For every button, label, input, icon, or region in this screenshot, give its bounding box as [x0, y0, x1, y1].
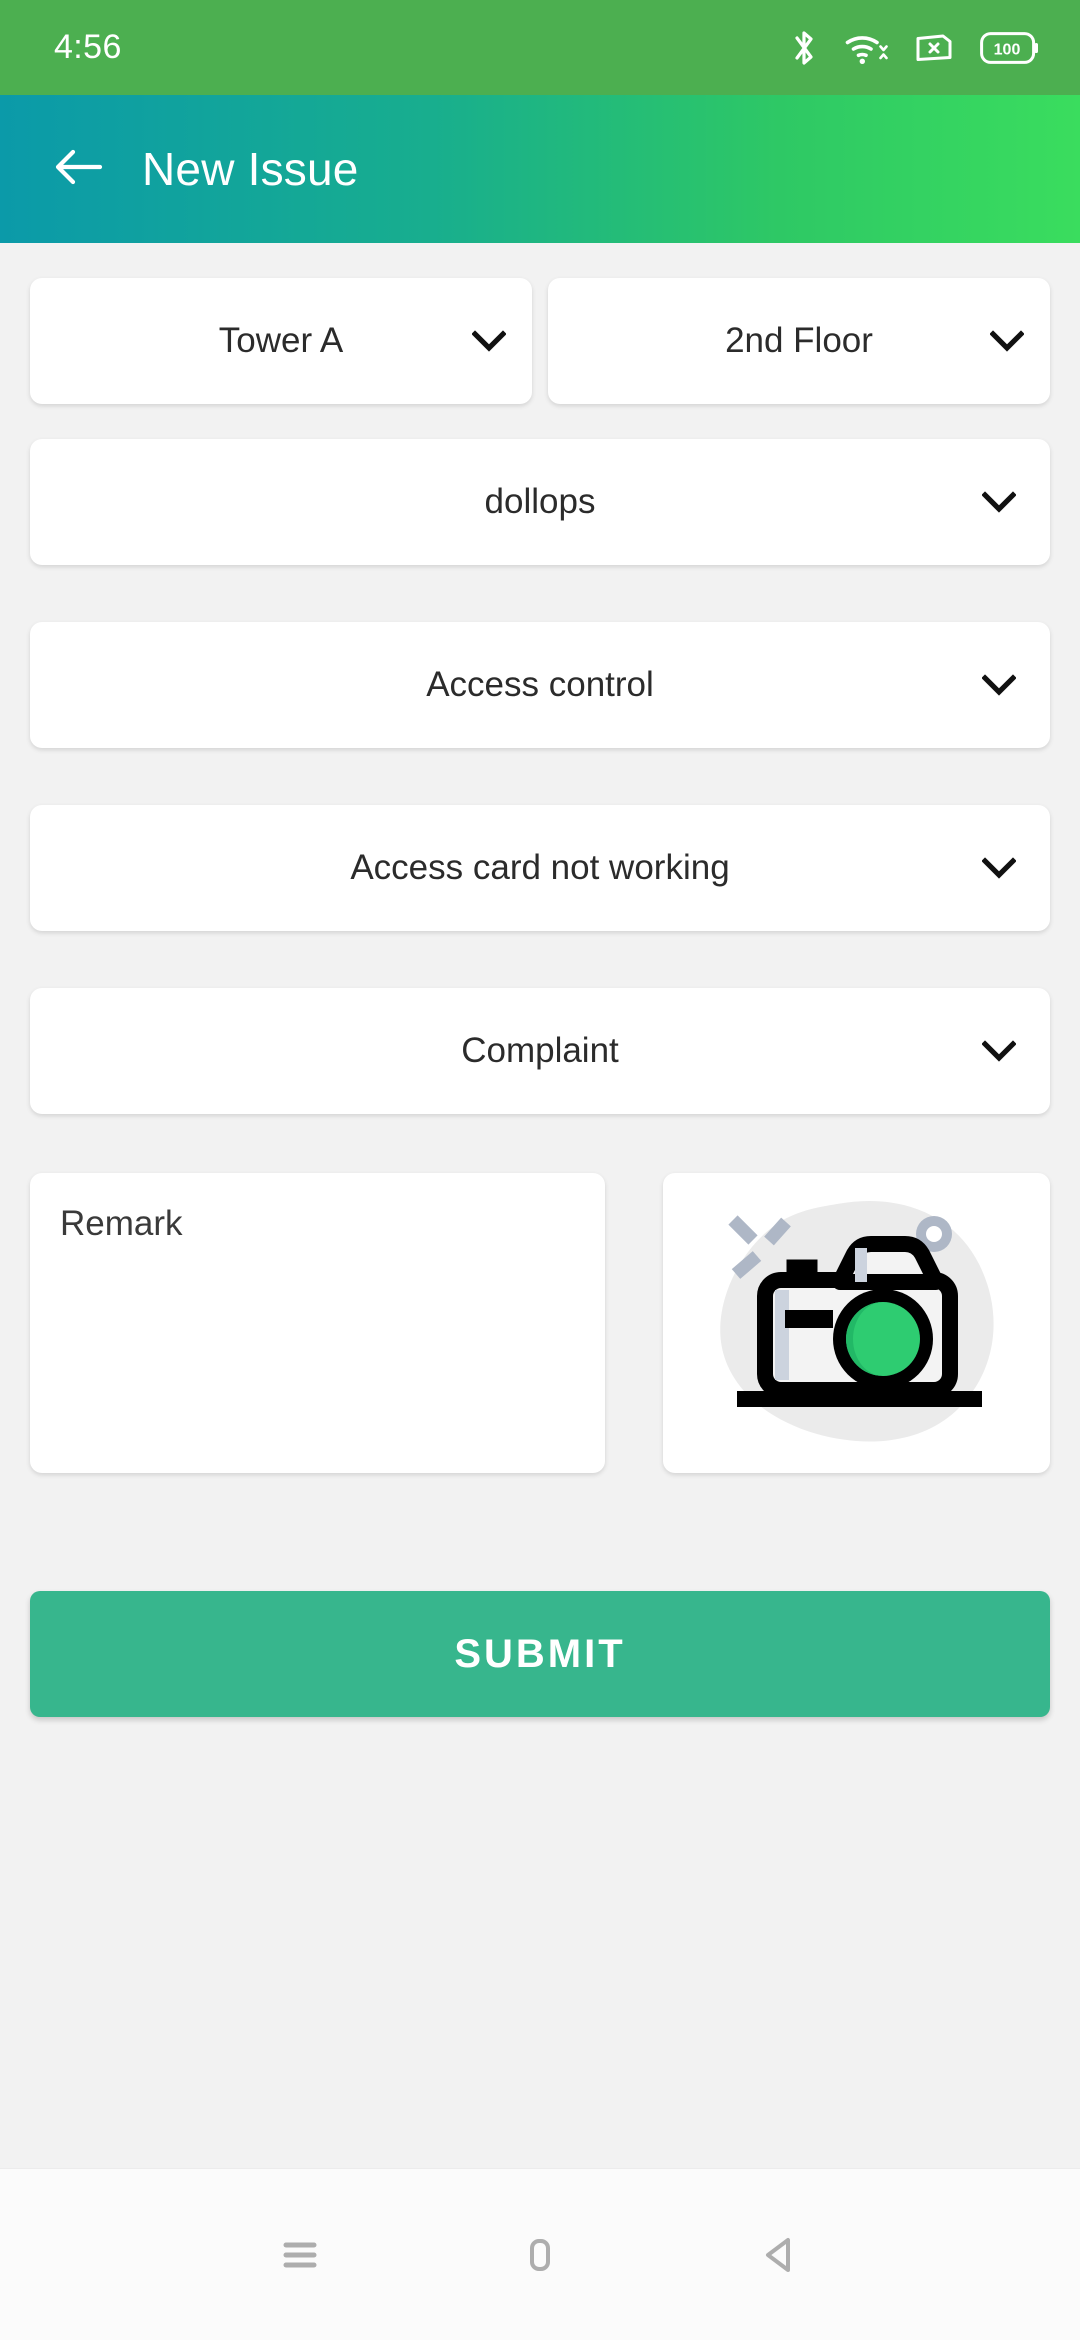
chevron-down-icon	[472, 324, 506, 358]
back-nav-button[interactable]	[660, 2195, 900, 2315]
category-select-value: Access control	[426, 665, 654, 704]
location-row: Tower A 2nd Floor	[30, 278, 1050, 404]
back-nav-icon	[758, 2233, 802, 2277]
tower-select[interactable]: Tower A	[30, 278, 532, 404]
camera-button[interactable]	[663, 1173, 1050, 1473]
category-select[interactable]: Access control	[30, 622, 1050, 748]
remark-input[interactable]: Remark	[30, 1173, 605, 1473]
type-select-value: Complaint	[461, 1031, 619, 1070]
bluetooth-icon	[791, 29, 817, 67]
floor-select[interactable]: 2nd Floor	[548, 278, 1050, 404]
unit-select-value: dollops	[484, 482, 596, 521]
unit-select[interactable]: dollops	[30, 439, 1050, 565]
home-button[interactable]	[420, 2195, 660, 2315]
phone-screen: 4:56 100 New Issue Tower A 2nd Floor dol…	[0, 0, 1080, 2340]
camera-icon	[687, 1186, 1027, 1461]
issue-select[interactable]: Access card not working	[30, 805, 1050, 931]
home-icon	[518, 2233, 562, 2277]
form-body: Tower A 2nd Floor dollops Access control…	[0, 243, 1080, 2168]
recents-icon	[278, 2233, 322, 2277]
page-title: New Issue	[142, 143, 359, 195]
issue-select-value: Access card not working	[350, 848, 730, 887]
tower-select-value: Tower A	[218, 321, 344, 360]
type-select[interactable]: Complaint	[30, 988, 1050, 1114]
floor-select-value: 2nd Floor	[725, 321, 873, 360]
submit-button[interactable]: SUBMIT	[30, 1591, 1050, 1717]
wifi-icon	[844, 29, 888, 67]
chevron-down-icon	[982, 668, 1016, 702]
battery-level-text: 100	[994, 41, 1021, 58]
remark-placeholder: Remark	[60, 1204, 183, 1243]
battery-icon: 100	[980, 31, 1038, 64]
submit-button-label: SUBMIT	[454, 1631, 626, 1676]
system-navigation-bar	[0, 2168, 1080, 2340]
app-bar: New Issue	[0, 95, 1080, 243]
back-arrow-icon	[50, 144, 106, 195]
back-button[interactable]	[42, 133, 114, 205]
chevron-down-icon	[982, 1034, 1016, 1068]
chevron-down-icon	[982, 851, 1016, 885]
sim-card-icon	[915, 33, 953, 63]
remark-camera-row: Remark	[30, 1173, 1050, 1473]
recents-button[interactable]	[180, 2195, 420, 2315]
chevron-down-icon	[982, 485, 1016, 519]
status-bar: 4:56 100	[0, 0, 1080, 95]
status-bar-icons: 100	[791, 29, 1038, 67]
chevron-down-icon	[990, 324, 1024, 358]
status-bar-clock: 4:56	[54, 28, 122, 66]
